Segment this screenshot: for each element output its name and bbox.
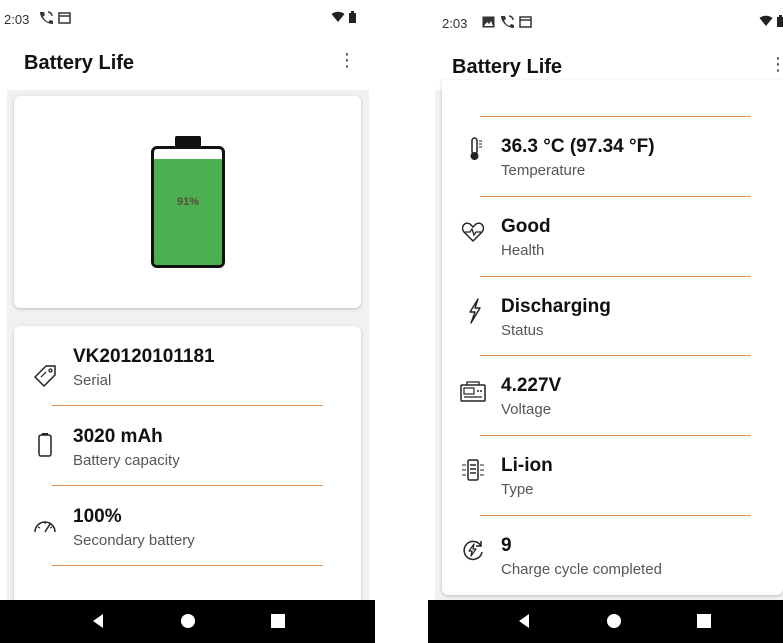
tag-icon xyxy=(32,363,58,389)
more-options-icon[interactable]: ⋮ xyxy=(769,54,783,75)
recents-icon[interactable] xyxy=(696,613,712,634)
health-value: Good xyxy=(501,216,551,237)
list-item-health: Good Health xyxy=(442,202,783,282)
capacity-label: Battery capacity xyxy=(73,452,180,469)
secondary-battery-value: 100% xyxy=(73,506,122,527)
info-card: 36.3 °C (97.34 °F) Temperature Good Heal… xyxy=(442,80,783,595)
recents-icon[interactable] xyxy=(270,613,286,634)
cycle-icon xyxy=(460,537,486,563)
temperature-value: 36.3 °C (97.34 °F) xyxy=(501,136,655,157)
battery-status-icon xyxy=(777,15,783,30)
health-label: Health xyxy=(501,242,545,259)
charge-cycle-value: 9 xyxy=(501,535,512,556)
wifi-call-icon xyxy=(499,15,515,32)
more-options-icon[interactable]: ⋮ xyxy=(338,50,356,71)
battery-level-fill xyxy=(154,159,222,265)
back-icon[interactable] xyxy=(516,613,532,634)
battery-status-icon xyxy=(349,11,356,26)
type-value: Li-ion xyxy=(501,455,553,476)
divider xyxy=(480,116,751,117)
serial-value: VK20120101181 xyxy=(73,346,215,367)
list-item-serial: VK20120101181 Serial xyxy=(14,338,361,418)
content-panel: 36.3 °C (97.34 °F) Temperature Good Heal… xyxy=(435,80,783,600)
battery-outline-icon xyxy=(32,432,58,458)
content-panel: 91% VK20120101181 Serial 3020 mAh Batter… xyxy=(7,90,369,616)
status-bar: 2:03 xyxy=(0,0,375,38)
right-screen: 2:03 Battery Life ⋮ 36.3 °C (97.34 °F) T… xyxy=(428,0,783,643)
divider xyxy=(480,276,751,277)
list-item-voltage: 4.227V Voltage xyxy=(442,361,783,441)
divider xyxy=(52,405,323,406)
list-item-type: Li-ion Type xyxy=(442,441,783,521)
image-icon xyxy=(482,16,495,31)
home-icon[interactable] xyxy=(180,613,196,634)
list-item-capacity: 3020 mAh Battery capacity xyxy=(14,418,361,498)
charge-cycle-label: Charge cycle completed xyxy=(501,561,662,578)
status-time: 2:03 xyxy=(4,12,30,27)
type-label: Type xyxy=(501,481,534,498)
divider xyxy=(52,485,323,486)
calendar-icon xyxy=(58,12,71,27)
capacity-value: 3020 mAh xyxy=(73,426,163,447)
status-time: 2:03 xyxy=(442,16,468,31)
wifi-call-icon xyxy=(38,11,54,28)
wifi-icon xyxy=(759,15,773,30)
list-item-charge-cycle: 9 Charge cycle completed xyxy=(442,521,783,601)
app-title: Battery Life xyxy=(452,56,563,78)
navigation-bar xyxy=(0,600,375,643)
status-bar: 2:03 xyxy=(428,0,783,38)
divider xyxy=(480,196,751,197)
app-bar: Battery Life ⋮ xyxy=(0,38,375,90)
voltage-value: 4.227V xyxy=(501,375,562,396)
battery-percent: 91% xyxy=(176,196,200,208)
divider xyxy=(480,435,751,436)
home-icon[interactable] xyxy=(606,613,622,634)
battery-chip-icon xyxy=(460,457,486,483)
gauge-icon xyxy=(32,513,58,539)
voltmeter-icon xyxy=(460,379,486,405)
battery-card: 91% xyxy=(14,96,361,308)
navigation-bar xyxy=(428,600,783,643)
left-screen: 2:03 Battery Life ⋮ 91% VK20120101181 Se… xyxy=(0,0,375,643)
back-icon[interactable] xyxy=(90,613,106,634)
serial-label: Serial xyxy=(73,372,112,389)
secondary-battery-label: Secondary battery xyxy=(73,532,195,549)
heart-pulse-icon xyxy=(460,219,486,245)
divider xyxy=(52,565,323,566)
divider xyxy=(480,515,751,516)
divider xyxy=(480,355,751,356)
list-item-secondary-battery: 100% Secondary battery xyxy=(14,498,361,578)
status-value: Discharging xyxy=(501,296,611,317)
voltage-label: Voltage xyxy=(501,401,552,418)
temperature-label: Temperature xyxy=(501,162,586,179)
lightning-icon xyxy=(462,298,488,324)
calendar-icon xyxy=(519,16,532,31)
status-label: Status xyxy=(501,322,544,339)
app-title: Battery Life xyxy=(24,52,135,74)
thermometer-icon xyxy=(462,136,488,162)
list-item-temperature: 36.3 °C (97.34 °F) Temperature xyxy=(442,122,783,202)
list-item-status: Discharging Status xyxy=(442,282,783,362)
info-card: VK20120101181 Serial 3020 mAh Battery ca… xyxy=(14,326,361,616)
wifi-icon xyxy=(331,11,345,26)
